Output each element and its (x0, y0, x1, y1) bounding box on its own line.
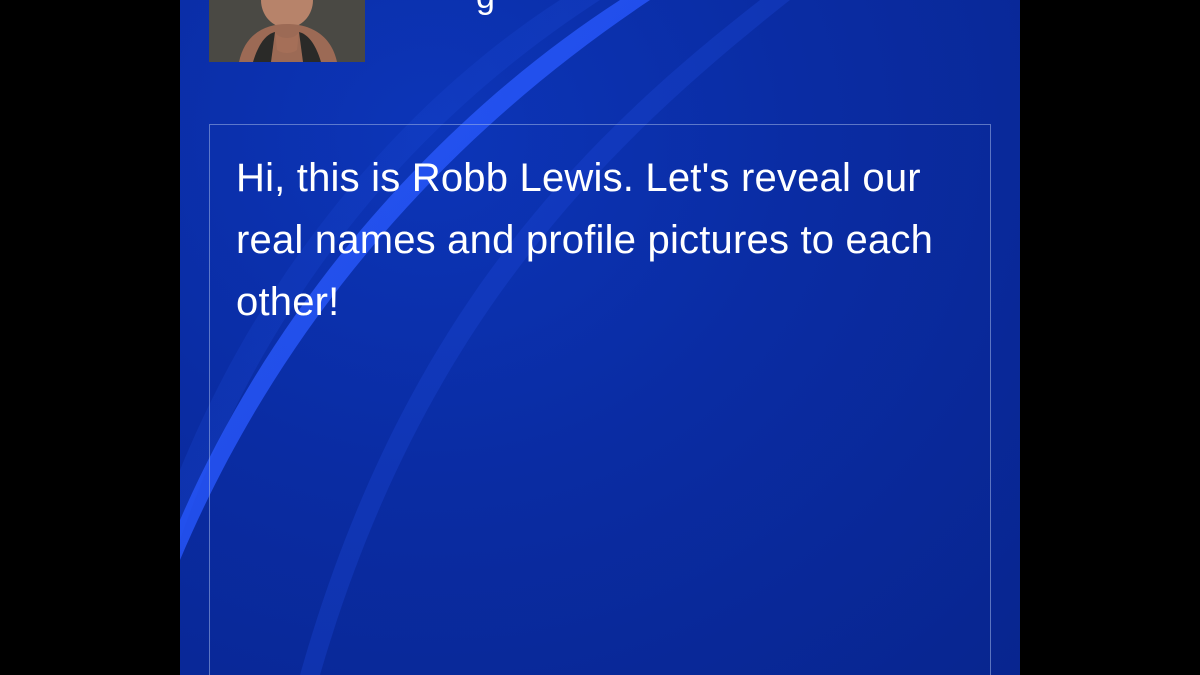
ps-message-screen: g Hi, this is Robb Lewis. Let's reveal o… (180, 0, 1020, 675)
message-text: Hi, this is Robb Lewis. Let's reveal our… (236, 156, 934, 324)
avatar[interactable] (209, 0, 365, 62)
message-box: Hi, this is Robb Lewis. Let's reveal our… (209, 124, 991, 675)
sender-name: g (476, 0, 495, 17)
user-avatar-photo-icon (209, 0, 365, 62)
